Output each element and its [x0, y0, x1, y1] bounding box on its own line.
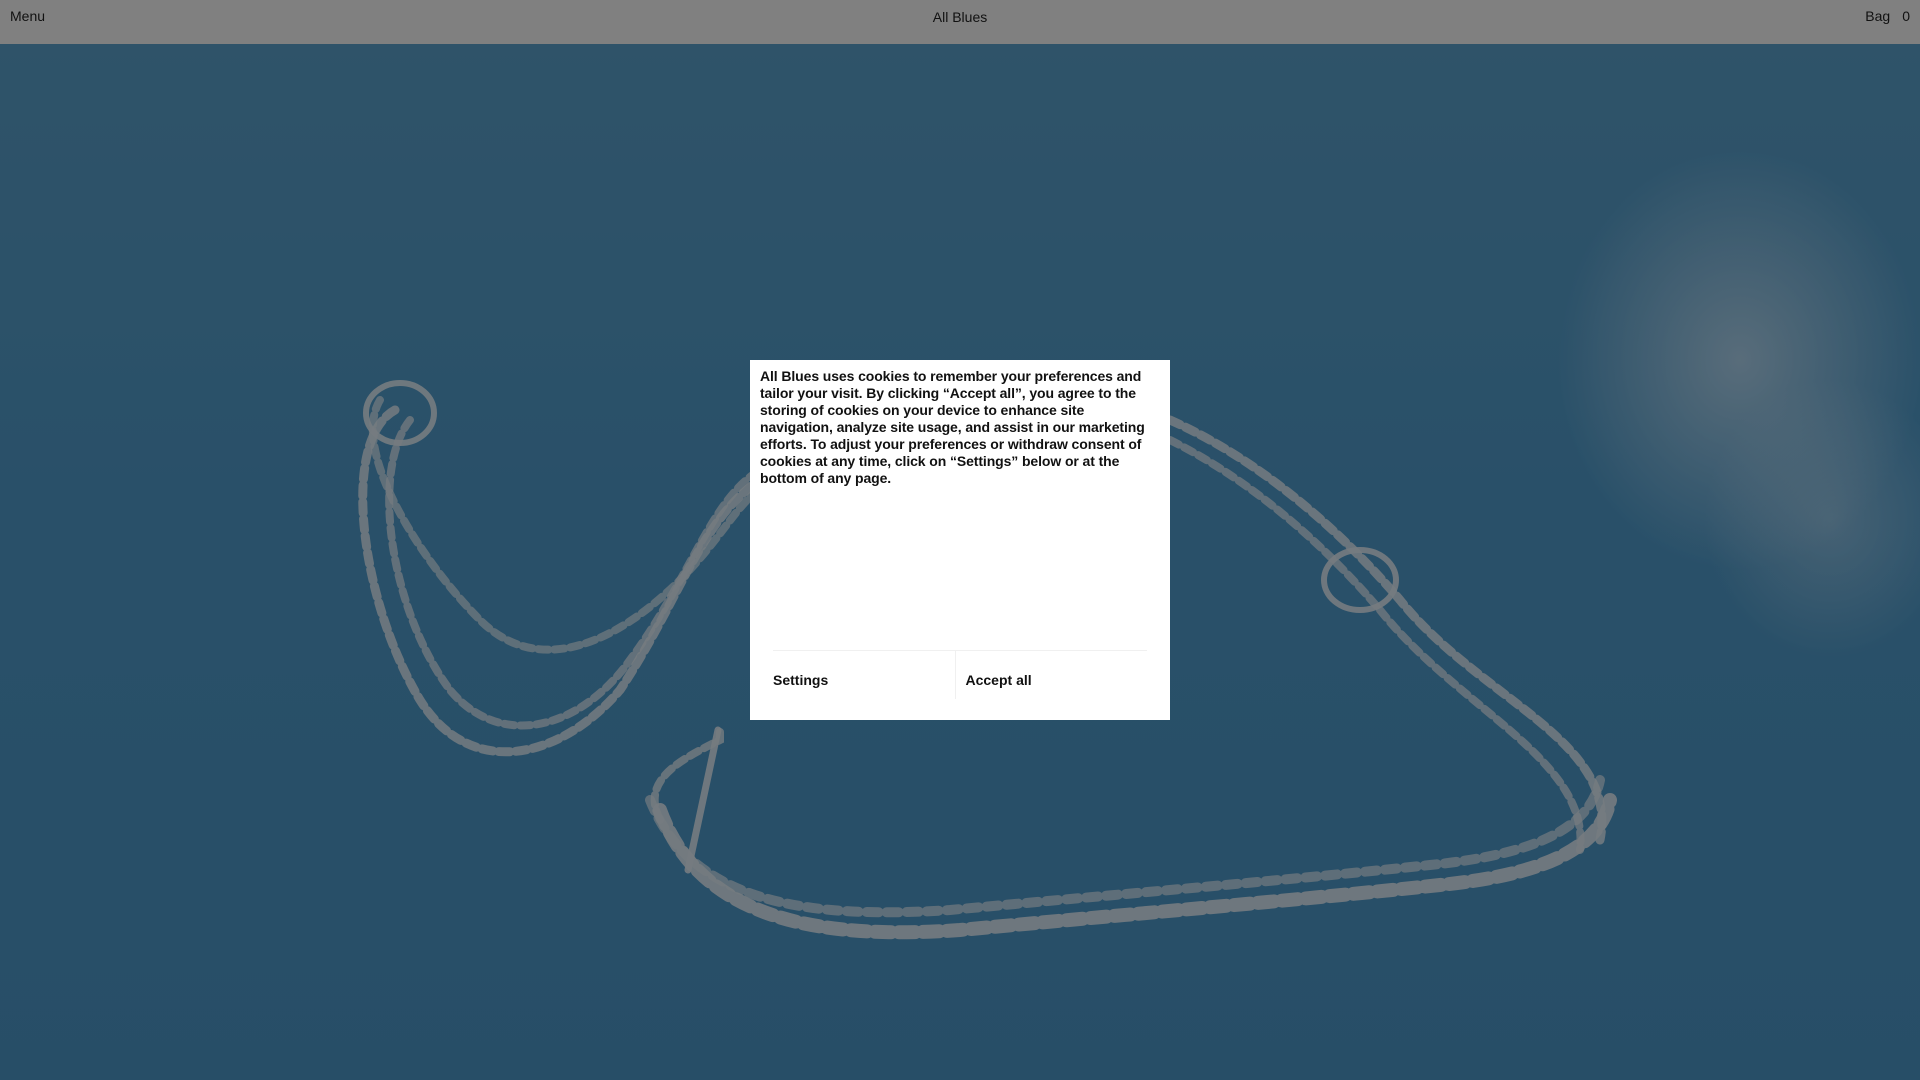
- cookie-consent-dialog: All Blues uses cookies to remember your …: [750, 360, 1170, 720]
- cookie-message: All Blues uses cookies to remember your …: [760, 368, 1145, 486]
- bag-button[interactable]: Bag 0: [1865, 8, 1910, 24]
- top-bar: Menu All Blues Bag 0: [0, 0, 1920, 44]
- brand-logo[interactable]: All Blues: [0, 9, 1920, 25]
- cookie-settings-button[interactable]: Settings: [773, 651, 956, 699]
- cookie-actions: Settings Accept all: [773, 650, 1147, 699]
- accept-all-button[interactable]: Accept all: [955, 651, 1147, 699]
- bag-count: 0: [1902, 8, 1910, 24]
- bag-label: Bag: [1865, 8, 1891, 24]
- menu-button[interactable]: Menu: [10, 8, 45, 24]
